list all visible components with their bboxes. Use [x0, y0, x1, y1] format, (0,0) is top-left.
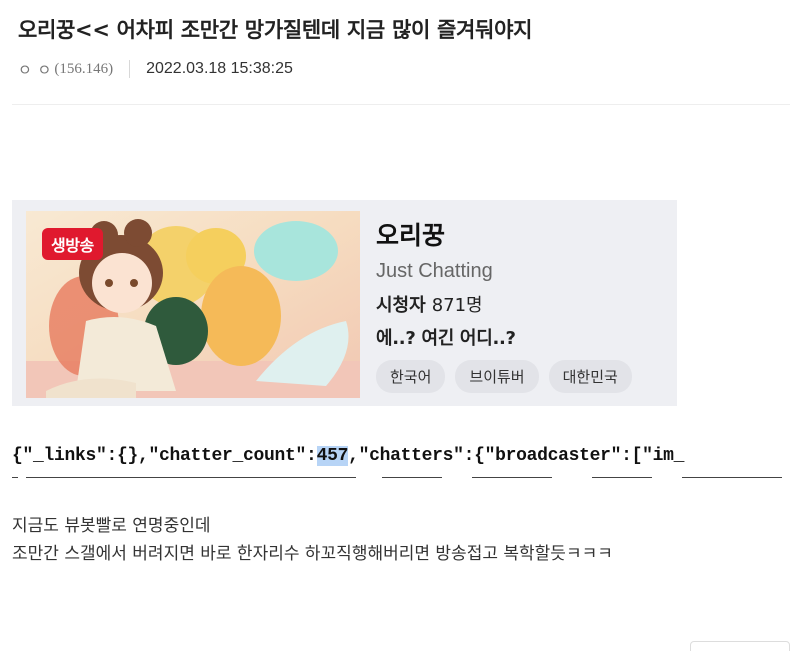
stream-title: 에..? 여긴 어디..? [376, 328, 516, 349]
channel-name: 오리꿍 [376, 221, 446, 250]
cutoff-text-fragment [12, 477, 782, 478]
viewers-value: 871명 [431, 295, 483, 316]
json-text-after: ,"chatters":{"broadcaster":["im_ [348, 446, 685, 466]
tag-korea: 대한민국 [548, 360, 632, 393]
json-snippet-cutoff [12, 470, 790, 478]
json-text-before: {"_links":{},"chatter_count": [12, 446, 317, 466]
post-body: 지금도 뷰봇빨로 연명중인데 조만간 스갤에서 버려지면 바로 한자리수 하꼬직… [12, 512, 613, 568]
viewer-count: 시청자 871명 [376, 291, 483, 317]
stream-category: Just Chatting [376, 260, 493, 282]
live-badge: 생방송 [42, 228, 103, 260]
body-line-1: 지금도 뷰봇빨로 연명중인데 [12, 516, 211, 536]
post-meta: ㅇ ㅇ (156.146) 2022.03.18 15:38:25 [18, 58, 293, 80]
stream-thumbnail: 생방송 [26, 211, 360, 398]
tag-korean: 한국어 [376, 360, 446, 393]
meta-divider [129, 60, 131, 78]
viewers-label: 시청자 [376, 295, 426, 316]
stream-tags: 한국어 브이튜버 대한민국 [376, 360, 632, 393]
post-title: 오리꿍<< 어차피 조만간 망가질텐데 지금 많이 즐겨둬야지 [18, 18, 533, 42]
author-ip: (156.146) [54, 60, 114, 77]
json-chatter-count-highlight: 457 [316, 446, 349, 466]
body-line-2: 조만간 스갤에서 버려지면 바로 한자리수 하꼬직행해버리면 방송접고 복학할듯… [12, 544, 613, 564]
json-snippet-image: {"_links":{},"chatter_count":457,"chatte… [12, 446, 790, 470]
header-divider [12, 104, 790, 105]
stream-card-image[interactable]: 생방송 오리꿍 Just Chatting 시청자 871명 에..? 여긴 어… [12, 200, 677, 406]
tag-vtuber: 브이튜버 [455, 360, 539, 393]
author-nickname[interactable]: ㅇ ㅇ [18, 59, 52, 80]
bottom-widget-edge[interactable] [690, 641, 790, 651]
post-date: 2022.03.18 15:38:25 [146, 60, 293, 77]
